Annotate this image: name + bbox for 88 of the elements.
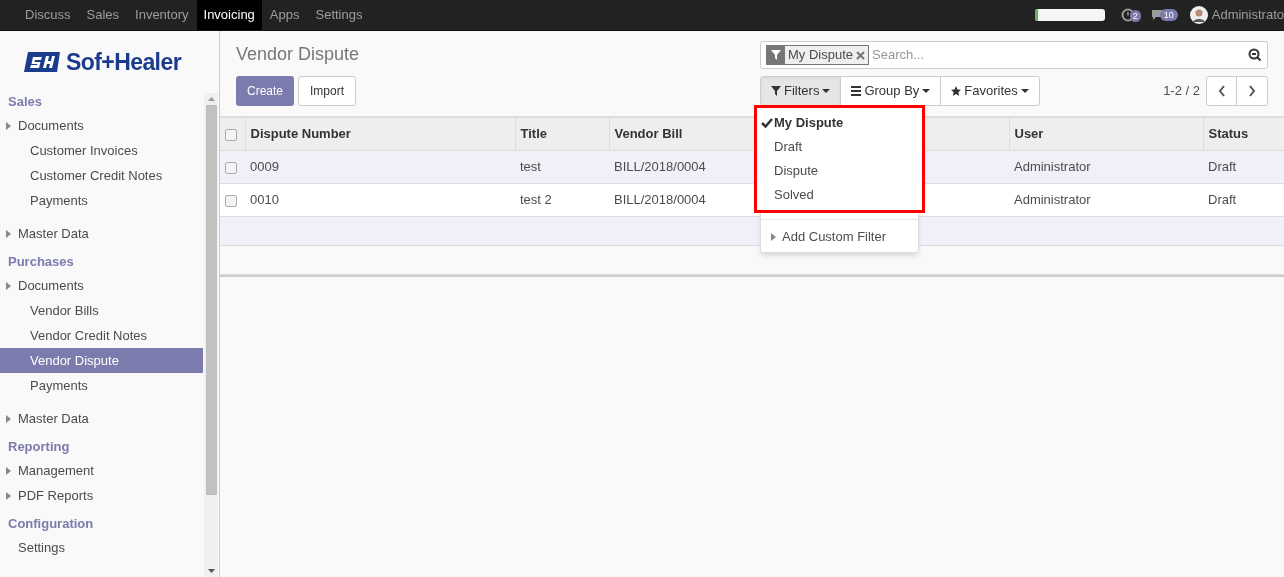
sidebar-item[interactable]: Master Data <box>0 406 203 431</box>
sidebar-item[interactable]: Management <box>0 458 203 483</box>
search-option-button[interactable]: Filters <box>761 77 841 105</box>
table-cell: 0009 <box>250 159 279 175</box>
filter-option[interactable]: My Dispute <box>757 111 922 135</box>
logo-text: Sof+Healer <box>65 47 182 77</box>
facet-label: My Dispute <box>787 46 855 65</box>
caret-icon <box>6 491 11 500</box>
filter-facet[interactable]: My Dispute <box>766 45 870 65</box>
table-cell: BILL/2018/0004 <box>614 192 706 208</box>
sidebar-item[interactable]: Vendor Credit Notes <box>0 323 203 348</box>
caret-icon <box>922 89 931 93</box>
sidebar-item[interactable]: Documents <box>0 113 203 138</box>
activity-count-badge: 2 <box>1129 10 1141 22</box>
menu-item[interactable]: Invoicing <box>196 0 262 30</box>
sidebar-item[interactable]: PDF Reports <box>0 483 203 508</box>
menu-item[interactable]: Sales <box>78 0 128 30</box>
caret-icon <box>771 233 776 241</box>
message-count-badge: 10 <box>1159 9 1178 21</box>
caret-icon <box>6 229 11 238</box>
section-title: Configuration <box>7 514 95 533</box>
section-title: Sales <box>7 92 43 111</box>
column-header[interactable]: Dispute Number <box>250 126 351 142</box>
search-icon[interactable] <box>1248 48 1262 62</box>
menu-item[interactable]: Discuss <box>17 0 79 30</box>
sidebar-item[interactable]: Customer Invoices <box>0 138 203 163</box>
filter-option[interactable]: Solved <box>757 183 922 207</box>
checkbox[interactable] <box>225 161 237 174</box>
check-icon <box>761 118 773 128</box>
avatar-icon[interactable] <box>1189 6 1208 24</box>
table-cell: Administrator <box>1014 159 1091 175</box>
filter-option[interactable]: Draft <box>757 135 922 159</box>
checkbox[interactable] <box>225 128 237 141</box>
sidebar-item[interactable]: Master Data <box>0 221 203 246</box>
search-field[interactable]: My Dispute Search... <box>760 41 1268 69</box>
scroll-down-icon[interactable] <box>207 569 215 573</box>
funnel-icon <box>771 50 781 60</box>
menu-item[interactable]: Inventory <box>127 0 197 30</box>
list-icon <box>851 86 862 96</box>
page-title: Vendor Dispute <box>236 43 361 65</box>
create-button[interactable]: Create <box>236 76 295 106</box>
table-cell: Draft <box>1208 192 1237 208</box>
table-cell: 0010 <box>250 192 279 208</box>
table-cell: test <box>520 159 541 175</box>
scrollbar[interactable] <box>204 93 218 577</box>
caret-icon <box>6 466 11 475</box>
caret-icon <box>6 281 11 290</box>
sidebar-item[interactable]: Documents <box>0 273 203 298</box>
sidebar-item[interactable]: Payments <box>0 373 203 398</box>
column-header[interactable]: User <box>1014 126 1044 142</box>
user-name[interactable]: Administrato <box>1211 5 1284 25</box>
star-icon <box>951 86 962 96</box>
chat-icon[interactable] <box>1150 9 1164 21</box>
caret-icon <box>6 121 11 130</box>
table-cell: Administrator <box>1014 192 1091 208</box>
search-option-button[interactable]: Favorites <box>940 77 1039 105</box>
menu-item[interactable]: Settings <box>307 0 371 30</box>
caret-icon <box>1020 89 1029 93</box>
caret-icon <box>6 414 11 423</box>
sidebar-item[interactable]: Customer Credit Notes <box>0 163 203 188</box>
funnel-icon <box>771 86 781 96</box>
checkbox[interactable] <box>225 194 237 207</box>
caret-icon <box>822 89 831 93</box>
column-header[interactable]: Title <box>520 126 547 142</box>
import-button[interactable]: Import <box>298 76 357 106</box>
scroll-up-icon[interactable] <box>207 97 215 101</box>
search-input[interactable]: Search... <box>872 45 1245 65</box>
filter-option[interactable]: Dispute <box>757 159 922 183</box>
logo-mark-icon <box>23 52 60 72</box>
clock-icon[interactable] <box>1120 8 1135 22</box>
chevron-right-icon <box>1248 85 1256 97</box>
section-title: Purchases <box>7 252 75 271</box>
menu-item[interactable]: Apps <box>261 0 308 30</box>
sidebar-item[interactable]: Payments <box>0 188 203 213</box>
chevron-left-icon <box>1217 85 1226 97</box>
table-cell: BILL/2018/0004 <box>614 159 706 175</box>
sidebar-item[interactable]: Vendor Bills <box>0 298 203 323</box>
column-header[interactable]: Status <box>1208 126 1249 142</box>
table-cell: test 2 <box>520 192 552 208</box>
section-title: Reporting <box>7 437 71 456</box>
pager-value: 1-2 / 2 <box>1163 82 1200 101</box>
scrollbar-thumb[interactable] <box>205 105 217 495</box>
column-header[interactable]: Vendor Bill <box>614 126 683 142</box>
sidebar-item[interactable]: Settings <box>0 535 203 560</box>
remove-icon[interactable] <box>856 50 866 60</box>
add-custom-filter-link[interactable]: Add Custom Filter <box>761 226 918 248</box>
sidebar-item[interactable]: Vendor Dispute <box>0 348 203 373</box>
table-cell: Draft <box>1208 159 1237 175</box>
